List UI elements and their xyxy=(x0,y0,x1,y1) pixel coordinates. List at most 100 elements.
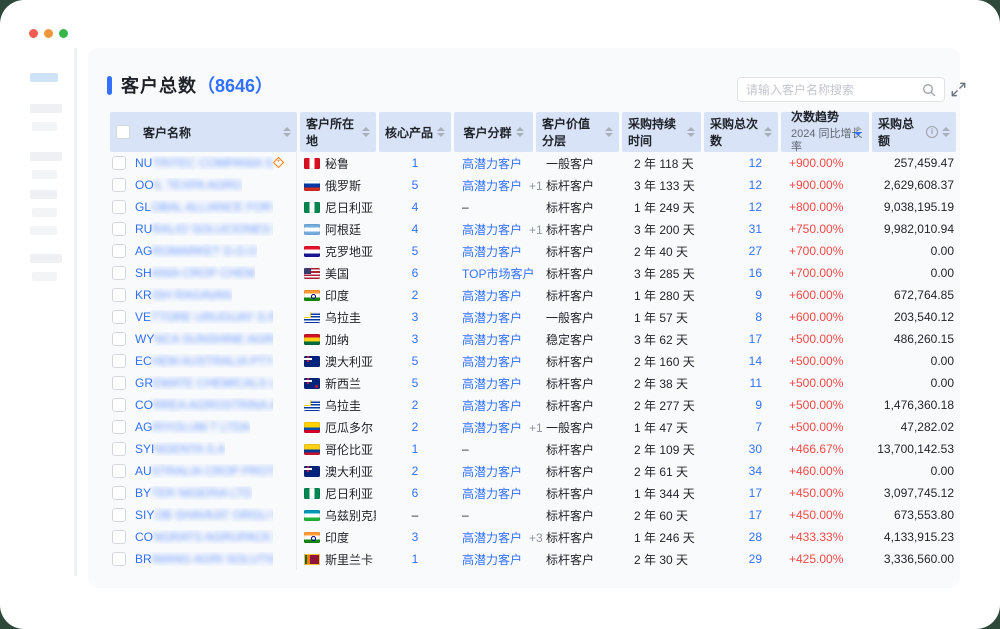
segment-label[interactable]: 高潜力客户 xyxy=(462,531,522,545)
column-header-total-amount[interactable]: 采购总额 i xyxy=(872,112,956,152)
segment-label[interactable]: 高潜力客户 xyxy=(462,355,522,369)
segment-label[interactable]: 高潜力客户 xyxy=(462,157,522,171)
purchase-count[interactable]: 11 xyxy=(704,376,778,390)
row-checkbox[interactable] xyxy=(112,288,126,302)
core-products-count[interactable]: 3 xyxy=(379,332,451,346)
sort-icon[interactable] xyxy=(942,127,950,137)
row-checkbox[interactable] xyxy=(112,310,126,324)
purchase-count[interactable]: 12 xyxy=(704,156,778,170)
core-products-count[interactable]: 5 xyxy=(379,178,451,192)
purchase-count[interactable]: 7 xyxy=(704,420,778,434)
core-products-count[interactable]: 5 xyxy=(379,376,451,390)
purchase-count[interactable]: 31 xyxy=(704,222,778,236)
row-checkbox[interactable] xyxy=(112,178,126,192)
purchase-count[interactable]: 9 xyxy=(704,398,778,412)
segment-label[interactable]: – xyxy=(462,200,469,214)
sort-icon[interactable] xyxy=(605,127,613,137)
column-header-core-products[interactable]: 核心产品 xyxy=(379,112,451,152)
sort-icon[interactable] xyxy=(764,127,772,137)
row-checkbox[interactable] xyxy=(112,420,126,434)
segment-label[interactable]: 高潜力客户 xyxy=(462,289,522,303)
core-products-count[interactable]: 5 xyxy=(379,244,451,258)
column-header-purchase-count[interactable]: 采购总次数 xyxy=(704,112,778,152)
customer-name-link[interactable]: CORREA AGROSTRINA AL JAREDR... xyxy=(135,398,273,412)
sort-icon[interactable] xyxy=(283,127,291,137)
row-checkbox[interactable] xyxy=(112,354,126,368)
row-checkbox[interactable] xyxy=(112,332,126,346)
column-header-purchase-duration[interactable]: 采购持续时间 xyxy=(622,112,701,152)
core-products-count[interactable]: 3 xyxy=(379,310,451,324)
core-products-count[interactable]: 4 xyxy=(379,200,451,214)
row-checkbox[interactable] xyxy=(112,244,126,258)
customer-name-link[interactable]: SHANIA CROP CHEM xyxy=(135,266,255,280)
customer-name-link[interactable]: AGRIYOLUM T LTDA xyxy=(135,420,250,434)
customer-name-link[interactable]: BYTER NIGERIA LTD xyxy=(135,486,252,500)
core-products-count[interactable]: – xyxy=(379,508,451,522)
core-products-count[interactable]: 6 xyxy=(379,486,451,500)
row-checkbox[interactable] xyxy=(112,530,126,544)
purchase-count[interactable]: 30 xyxy=(704,442,778,456)
segment-label[interactable]: 高潜力客户 xyxy=(462,179,522,193)
purchase-count[interactable]: 27 xyxy=(704,244,778,258)
purchase-count[interactable]: 17 xyxy=(704,332,778,346)
core-products-count[interactable]: 2 xyxy=(379,420,451,434)
purchase-count[interactable]: 17 xyxy=(704,486,778,500)
sort-icon[interactable] xyxy=(437,127,445,137)
sort-icon[interactable] xyxy=(516,127,524,137)
customer-name-link[interactable]: AUSTRALIA CROP PROTECTIONP... xyxy=(135,464,273,478)
close-window-button[interactable] xyxy=(29,29,38,38)
zoom-window-button[interactable] xyxy=(59,29,68,38)
column-header-segment[interactable]: 客户分群 xyxy=(454,112,533,152)
segment-label[interactable]: 高潜力客户 xyxy=(462,311,522,325)
purchase-count[interactable]: 8 xyxy=(704,310,778,324)
customer-name-link[interactable]: SYINGENTA S.A xyxy=(135,442,225,456)
core-products-count[interactable]: 3 xyxy=(379,530,451,544)
row-checkbox[interactable] xyxy=(112,398,126,412)
customer-name-link[interactable]: SIYOB SHAVKAT ORGLI FERMERX... xyxy=(135,508,273,522)
customer-name-link[interactable]: GLOBAL ALLIANCE FOR CHEMICA... xyxy=(135,200,273,214)
search-input[interactable] xyxy=(746,83,922,97)
purchase-count[interactable]: 12 xyxy=(704,178,778,192)
customer-name-link[interactable]: CONGRATS AGRUPACK PRIVATE ... xyxy=(135,530,273,544)
customer-name-link[interactable]: RURALIO SOLUCIONES S.A xyxy=(135,222,273,236)
customer-search[interactable] xyxy=(737,77,945,102)
row-checkbox[interactable] xyxy=(112,464,126,478)
column-header-location[interactable]: 客户所在地 xyxy=(300,112,376,152)
sort-icon-active[interactable] xyxy=(854,126,862,136)
customer-name-link[interactable]: WYNCA SUNSHINE AGRO PRODU... xyxy=(135,332,273,346)
segment-label[interactable]: 高潜力客户 xyxy=(462,553,522,567)
row-checkbox[interactable] xyxy=(112,552,126,566)
select-all-checkbox[interactable] xyxy=(116,125,130,139)
search-icon[interactable] xyxy=(922,83,936,97)
row-checkbox[interactable] xyxy=(112,200,126,214)
sort-icon[interactable] xyxy=(362,127,370,137)
row-checkbox[interactable] xyxy=(112,442,126,456)
segment-label[interactable]: 高潜力客户 xyxy=(462,399,522,413)
customer-name-link[interactable]: AGROMARKET D.O.O xyxy=(135,244,257,258)
segment-label[interactable]: 高潜力客户 xyxy=(462,421,522,435)
segment-label[interactable]: 高潜力客户 xyxy=(462,223,522,237)
customer-name-link[interactable]: GREMATE CHEMICALS LIMITED xyxy=(135,376,273,390)
segment-label[interactable]: 高潜力客户 xyxy=(462,487,522,501)
row-checkbox[interactable] xyxy=(112,266,126,280)
core-products-count[interactable]: 2 xyxy=(379,398,451,412)
core-products-count[interactable]: 1 xyxy=(379,442,451,456)
column-header-count-trend[interactable]: 次数趋势 2024 同比增长率 xyxy=(781,112,869,152)
segment-label[interactable]: 高潜力客户 xyxy=(462,245,522,259)
purchase-count[interactable]: 17 xyxy=(704,508,778,522)
minimize-window-button[interactable] xyxy=(44,29,53,38)
core-products-count[interactable]: 1 xyxy=(379,552,451,566)
row-checkbox[interactable] xyxy=(112,222,126,236)
purchase-count[interactable]: 9 xyxy=(704,288,778,302)
core-products-count[interactable]: 1 xyxy=(379,156,451,170)
segment-label[interactable]: 高潜力客户 xyxy=(462,333,522,347)
purchase-count[interactable]: 34 xyxy=(704,464,778,478)
customer-name-link[interactable]: KRISH RAGAVAN xyxy=(135,288,232,302)
segment-label[interactable]: 高潜力客户 xyxy=(462,465,522,479)
row-checkbox[interactable] xyxy=(112,156,126,170)
customer-name-link[interactable]: ECHEM AUSTRALIA PTY LIMITED xyxy=(135,354,273,368)
core-products-count[interactable]: 6 xyxy=(379,266,451,280)
customer-name-link[interactable]: BRIMANG AGRI SOLUTIONS PVTLTD xyxy=(135,552,273,566)
purchase-count[interactable]: 16 xyxy=(704,266,778,280)
segment-label[interactable]: – xyxy=(462,442,469,456)
